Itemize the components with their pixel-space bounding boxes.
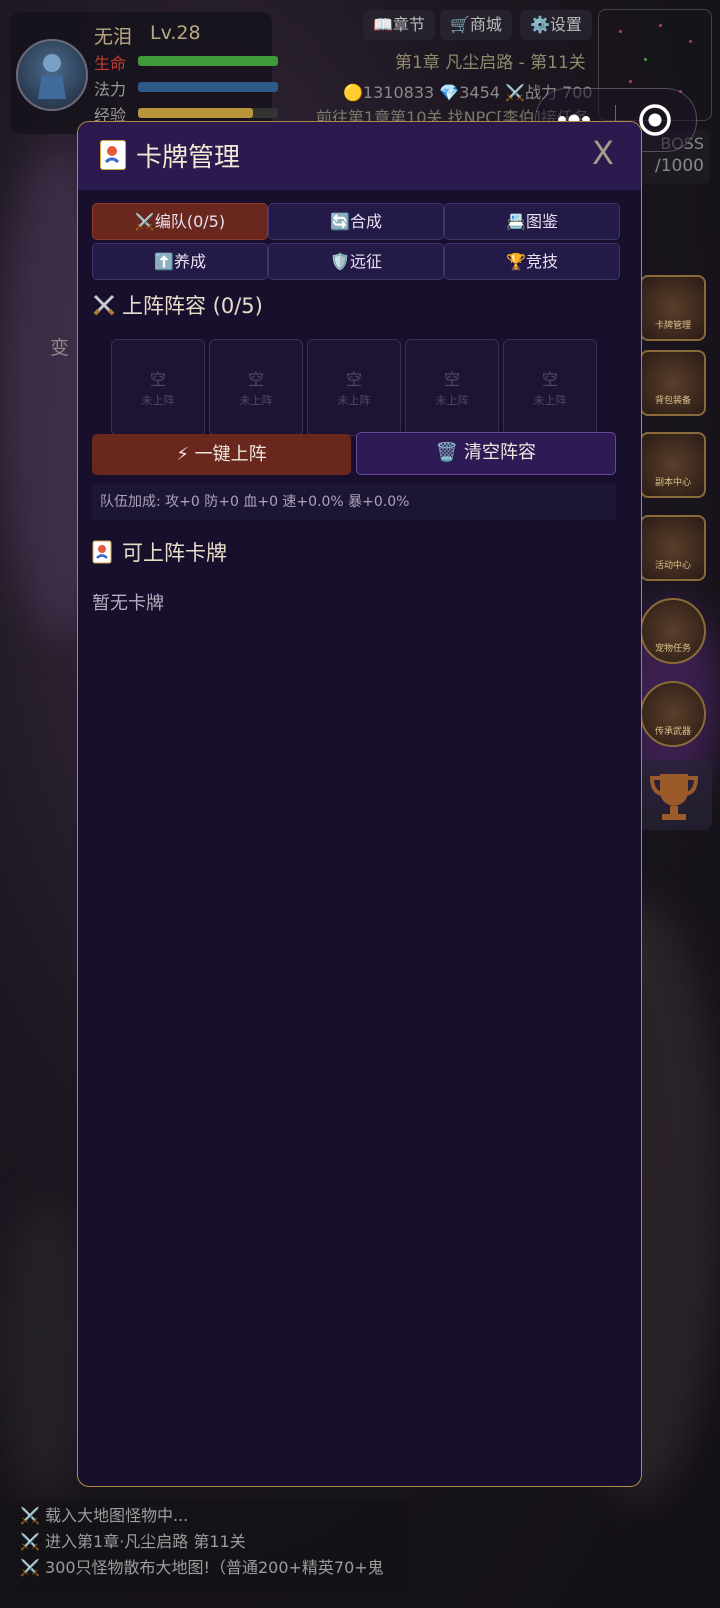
lineup-slot[interactable]: 空未上阵 bbox=[503, 339, 597, 436]
shield-icon: 🛡️ bbox=[330, 252, 350, 271]
exp-bar bbox=[138, 108, 278, 118]
team-bonus: 队伍加成: 攻+0 防+0 血+0 速+0.0% 暴+0.0% bbox=[92, 484, 616, 520]
settings-button[interactable]: ⚙️设置 bbox=[520, 10, 592, 40]
modal-close-button[interactable]: X bbox=[592, 134, 614, 172]
player-level: Lv.28 bbox=[150, 22, 201, 44]
gold-count: 🟡1310833 bbox=[343, 83, 435, 102]
tab-upgrade[interactable]: ⬆️养成 bbox=[92, 243, 268, 280]
tab-synthesis[interactable]: 🔄合成 bbox=[268, 203, 444, 240]
mp-row: 法力 bbox=[94, 76, 278, 100]
bag-icon[interactable]: 背包装备 bbox=[640, 350, 706, 416]
card-management-modal: 卡牌管理 X ⚔️编队(0/5) 🔄合成 📇图鉴 ⬆️养成 🛡️远征 🏆竞技 上… bbox=[77, 121, 642, 1487]
lineup-slot[interactable]: 空未上阵 bbox=[307, 339, 401, 436]
dungeon-icon[interactable]: 副本中心 bbox=[640, 432, 706, 498]
lineup-slot[interactable]: 空未上阵 bbox=[111, 339, 205, 436]
log-line: ⚔️ 载入大地图怪物中... bbox=[20, 1506, 189, 1525]
boss-progress: /1000 bbox=[655, 156, 704, 176]
trophy-small-icon: 🏆 bbox=[506, 252, 526, 271]
modal-title-wrap: 卡牌管理 bbox=[100, 137, 240, 174]
joker-card-icon bbox=[100, 140, 126, 170]
weapon-icon[interactable]: 传承武器 bbox=[640, 681, 706, 747]
clear-lineup-button[interactable]: 🗑️ 清空阵容 bbox=[356, 432, 616, 475]
modal-header: 卡牌管理 X bbox=[78, 122, 641, 190]
hp-row: 生命 bbox=[94, 50, 278, 74]
empty-cards-message: 暂无卡牌 bbox=[92, 593, 164, 614]
available-cards-title: 可上阵卡牌 bbox=[92, 537, 227, 567]
gem-count: 💎3454 bbox=[439, 83, 500, 102]
up-arrow-icon: ⬆️ bbox=[154, 252, 174, 271]
tab-codex[interactable]: 📇图鉴 bbox=[444, 203, 620, 240]
swords-icon: ⚔️ bbox=[134, 212, 155, 231]
joker-card-small-icon bbox=[92, 540, 116, 564]
pet-task-icon[interactable]: 宠物任务 bbox=[640, 598, 706, 664]
log-line: ⚔️ 进入第1章·凡尘启路 第11关 bbox=[20, 1532, 246, 1551]
auto-deploy-button[interactable]: ⚡ 一键上阵 bbox=[92, 434, 351, 475]
lineup-section-title: 上阵阵容 (0/5) bbox=[92, 290, 263, 320]
trophy-icon[interactable] bbox=[636, 760, 712, 830]
log-line: ⚔️ 300只怪物散布大地图!（普通200+精英70+鬼 bbox=[20, 1558, 384, 1577]
tab-expedition[interactable]: 🛡️远征 bbox=[268, 243, 444, 280]
crossed-swords-icon bbox=[92, 293, 116, 317]
tab-formation[interactable]: ⚔️编队(0/5) bbox=[92, 203, 268, 240]
mp-label: 法力 bbox=[94, 80, 127, 99]
stage-title: 第1章 凡尘启路 - 第11关 bbox=[395, 53, 586, 73]
shop-button[interactable]: 🛒商城 bbox=[440, 10, 512, 40]
event-icon[interactable]: 活动中心 bbox=[640, 515, 706, 581]
player-avatar[interactable] bbox=[16, 39, 88, 111]
lineup-slot[interactable]: 空未上阵 bbox=[405, 339, 499, 436]
side-text: 变 bbox=[50, 337, 70, 359]
lineup-slot[interactable]: 空未上阵 bbox=[209, 339, 303, 436]
tab-arena[interactable]: 🏆竞技 bbox=[444, 243, 620, 280]
card-manage-icon[interactable]: 卡牌管理 bbox=[640, 275, 706, 341]
battle-log: ⚔️ 载入大地图怪物中... ⚔️ 进入第1章·凡尘启路 第11关 ⚔️ 300… bbox=[14, 1500, 410, 1592]
player-panel[interactable]: 无泪 Lv.28 生命 法力 经验 bbox=[10, 12, 278, 134]
mp-bar bbox=[138, 82, 278, 92]
card-index-icon: 📇 bbox=[506, 212, 526, 231]
player-name: 无泪 bbox=[94, 26, 133, 48]
hp-label: 生命 bbox=[94, 54, 127, 73]
modal-title: 卡牌管理 bbox=[136, 143, 241, 173]
hp-bar bbox=[138, 56, 278, 66]
refresh-icon: 🔄 bbox=[330, 212, 350, 231]
chapter-button[interactable]: 📖章节 bbox=[363, 10, 435, 40]
